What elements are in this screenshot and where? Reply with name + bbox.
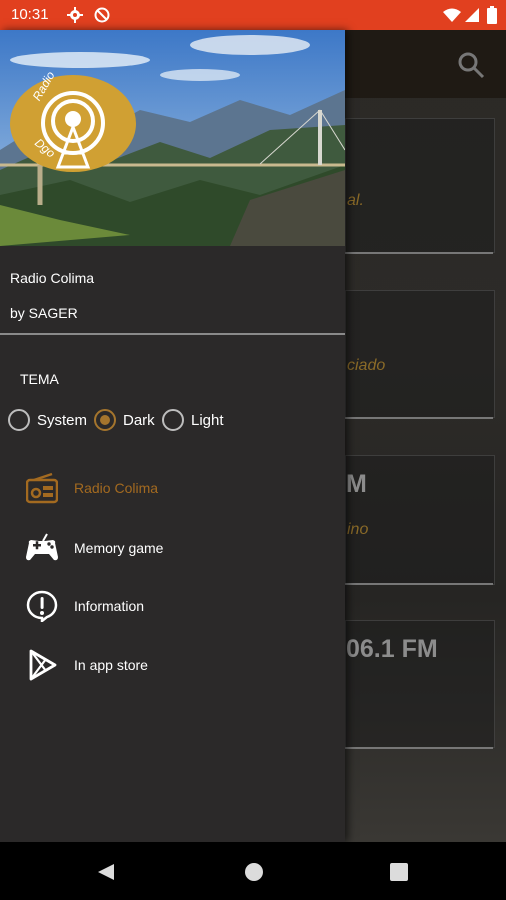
radio-button[interactable]	[162, 409, 184, 431]
signal-icon	[465, 8, 479, 27]
battery-icon	[487, 6, 497, 29]
bg-card-text: ciado	[347, 357, 386, 374]
system-navigation-bar	[0, 842, 506, 900]
recents-icon[interactable]	[390, 863, 408, 886]
gear-icon	[67, 7, 83, 28]
theme-option-system[interactable]: System	[8, 407, 87, 433]
status-bar: 10:31	[0, 0, 506, 30]
play-store-icon	[24, 647, 60, 683]
theme-option-label: Dark	[123, 411, 155, 429]
card-divider	[345, 252, 493, 254]
theme-title: TEMA	[20, 371, 59, 387]
bg-card-text: ino	[347, 521, 369, 538]
navigation-drawer: Radio Dgo Radio Colima by SAGER TEMA Sys…	[0, 30, 345, 842]
menu-item-information[interactable]: Information	[24, 586, 324, 626]
drawer-app-name: Radio Colima	[10, 270, 95, 286]
gamepad-icon	[24, 530, 60, 566]
bg-card-freq: 06.1 FM	[346, 635, 438, 663]
theme-option-dark[interactable]: Dark	[94, 407, 155, 433]
theme-option-label: System	[37, 411, 88, 429]
home-icon[interactable]	[244, 862, 264, 887]
info-icon	[24, 588, 60, 624]
radio-button[interactable]	[94, 409, 116, 431]
menu-item-label: Radio Colima	[74, 480, 159, 496]
card-divider	[345, 747, 493, 749]
back-icon[interactable]	[96, 862, 116, 887]
theme-option-light[interactable]: Light	[162, 407, 224, 433]
no-sync-icon	[94, 7, 110, 28]
drawer-divider	[0, 333, 345, 335]
station-card[interactable]	[345, 118, 495, 253]
radio-icon	[24, 470, 60, 506]
radio-button[interactable]	[8, 409, 30, 431]
theme-option-label: Light	[191, 411, 224, 429]
wifi-icon	[443, 8, 461, 27]
drawer-header-image: Radio Dgo	[0, 30, 345, 246]
drawer-author: by SAGER	[10, 305, 78, 321]
bg-card-text: al.	[347, 192, 364, 209]
menu-item-label: Memory game	[74, 540, 164, 556]
station-card[interactable]	[345, 290, 495, 418]
menu-item-memory-game[interactable]: Memory game	[24, 528, 324, 568]
station-card[interactable]	[345, 455, 495, 585]
radio-logo: Radio Dgo	[10, 69, 136, 172]
menu-item-in-app-store[interactable]: In app store	[24, 645, 324, 685]
card-divider	[345, 583, 493, 585]
status-time: 10:31	[11, 6, 49, 23]
search-icon[interactable]	[456, 50, 486, 85]
menu-item-label: In app store	[74, 657, 148, 673]
menu-item-radio-colima[interactable]: Radio Colima	[24, 468, 324, 508]
bg-card-freq: M	[346, 470, 367, 498]
menu-item-label: Information	[74, 598, 145, 614]
card-divider	[345, 417, 493, 419]
